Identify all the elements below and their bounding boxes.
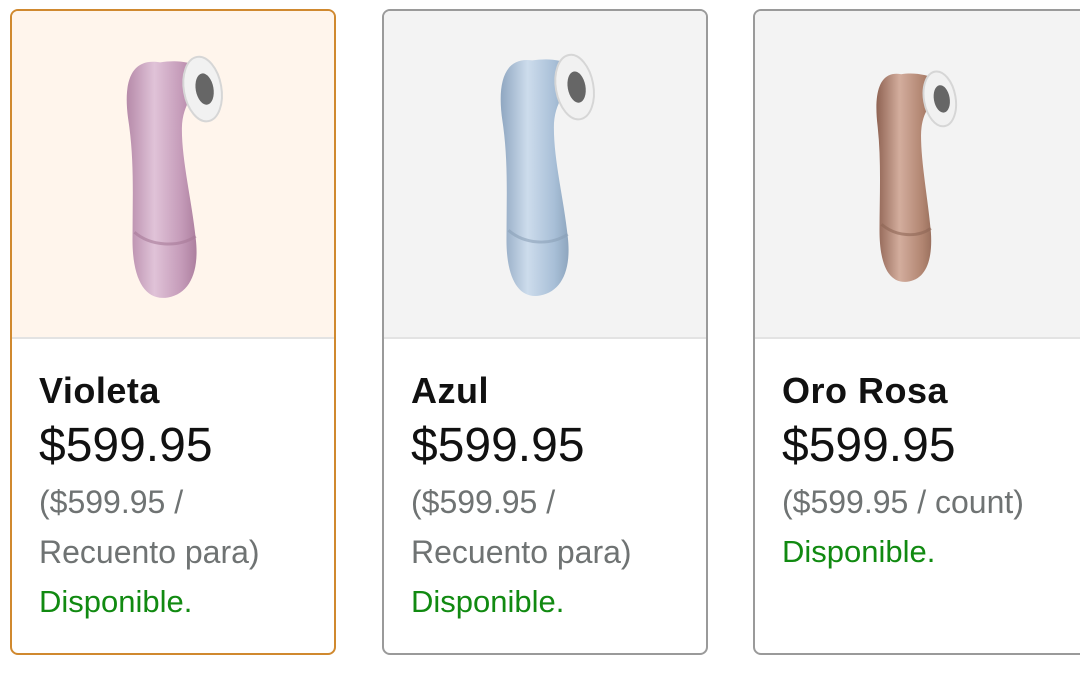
variant-price: $599.95 (411, 419, 585, 472)
variant-selector: Violeta $599.95 ($599.95 / Recuento para… (0, 0, 1080, 676)
variant-card-violeta[interactable]: Violeta $599.95 ($599.95 / Recuento para… (10, 9, 336, 655)
product-image-violet (126, 55, 223, 298)
variant-name: Violeta (39, 370, 160, 411)
variant-image-area (755, 11, 1080, 339)
variant-image-area (384, 11, 706, 339)
variant-card-azul[interactable]: Azul $599.95 ($599.95 / Recuento para) D… (382, 9, 708, 655)
variant-name: Oro Rosa (782, 370, 949, 411)
product-image-blue (500, 53, 595, 296)
variant-unit-price: ($599.95 / Recuento para) (411, 484, 632, 570)
variant-availability: Disponible. (39, 584, 193, 619)
variant-availability: Disponible. (411, 584, 565, 619)
variant-price: $599.95 (39, 419, 213, 472)
variant-availability: Disponible. (782, 534, 936, 569)
variant-card-oro-rosa[interactable]: Oro Rosa $599.95 ($599.95 / count) Dispo… (753, 9, 1080, 655)
variant-name: Azul (411, 370, 489, 411)
variant-image-area (12, 11, 334, 339)
variant-unit-price: ($599.95 / Recuento para) (39, 484, 260, 570)
product-image-rose-gold (876, 70, 958, 282)
variant-unit-price: ($599.95 / count) (782, 484, 1024, 520)
variant-price: $599.95 (782, 419, 956, 472)
